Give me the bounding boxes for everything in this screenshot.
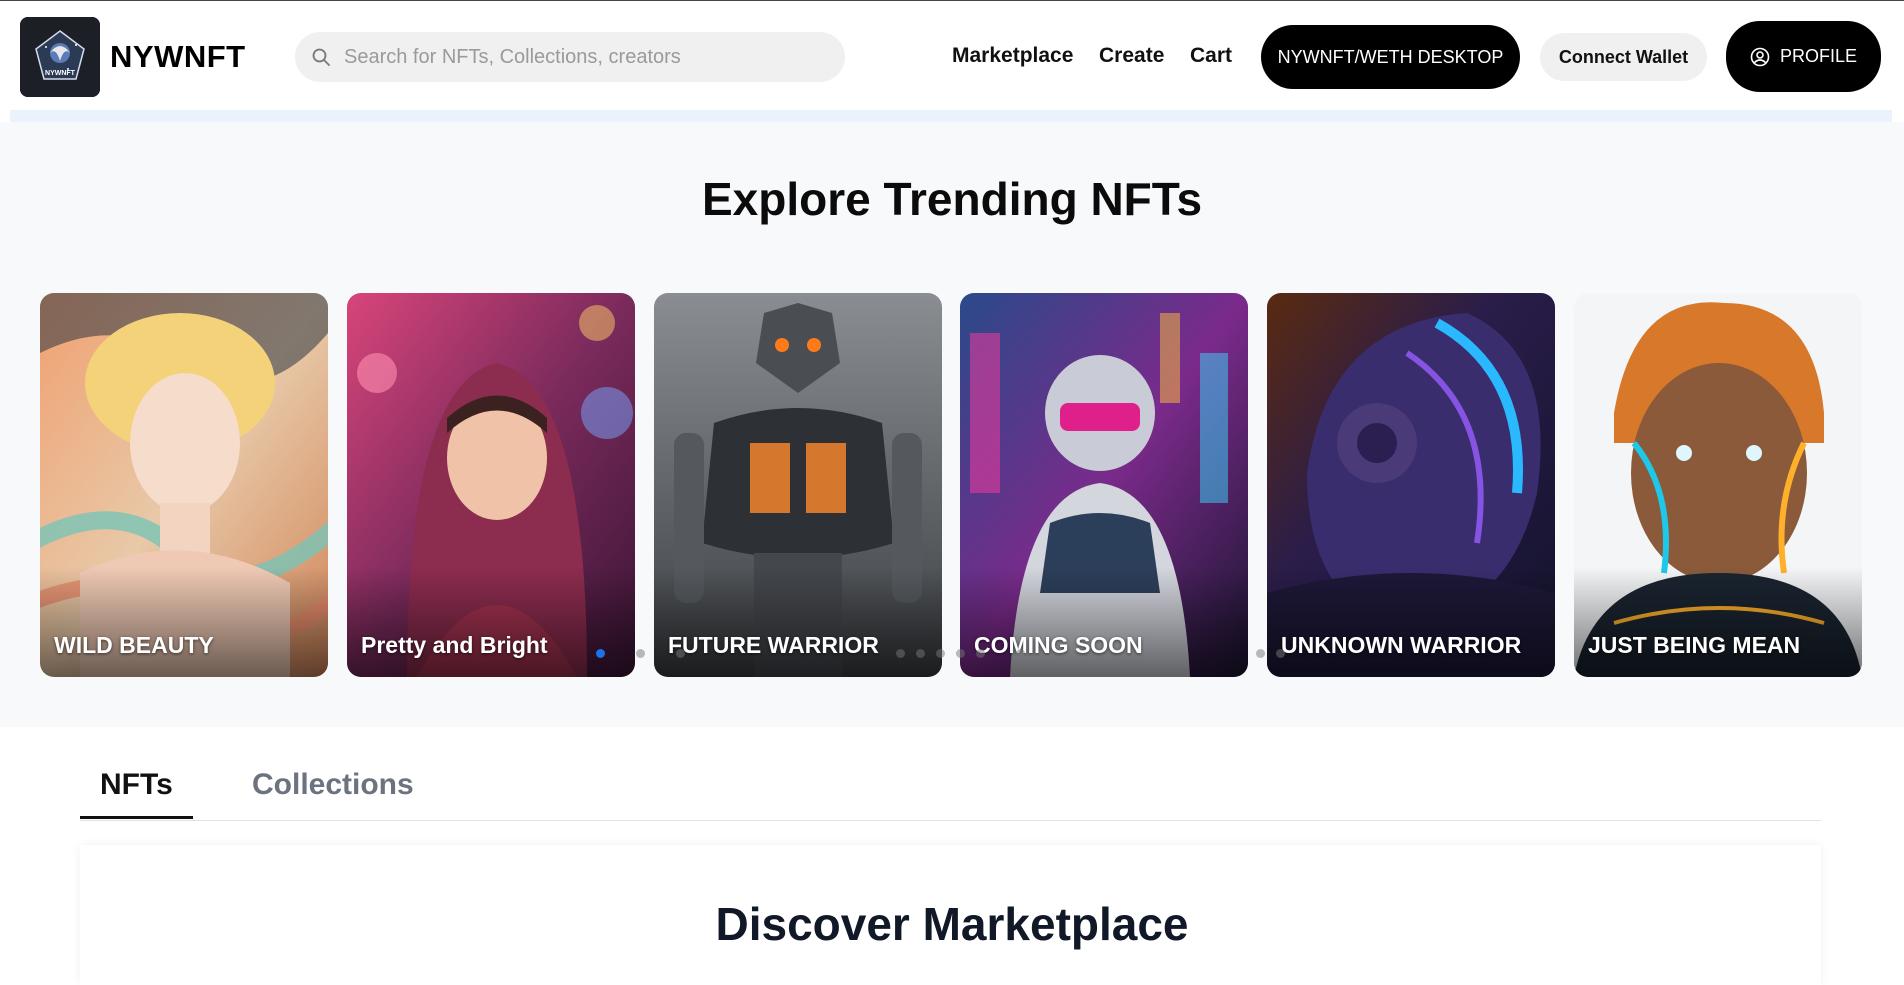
- carousel-dot[interactable]: [1276, 649, 1285, 658]
- carousel-dot[interactable]: [1256, 649, 1265, 658]
- nav-create[interactable]: Create: [1099, 44, 1164, 68]
- top-navbar: NYWNFT NYWNFT Marketplace Create Cart NY…: [0, 0, 1904, 110]
- card-shade: [1267, 567, 1555, 677]
- nft-card-unknown-warrior[interactable]: UNKNOWN WARRIOR: [1267, 293, 1555, 677]
- nft-card-pretty-and-bright[interactable]: Pretty and Bright: [347, 293, 635, 677]
- nft-card-title: JUST BEING MEAN: [1588, 632, 1801, 658]
- trending-title: Explore Trending NFTs: [701, 173, 1203, 225]
- active-tab-indicator: [80, 816, 193, 819]
- card-shade: [40, 567, 328, 677]
- tab-nfts[interactable]: NFTs: [100, 768, 173, 802]
- tabs-divider: [80, 820, 1821, 821]
- search-input[interactable]: [344, 32, 824, 82]
- card-shade: [654, 567, 942, 677]
- desktop-app-button[interactable]: NYWNFT/WETH DESKTOP: [1261, 25, 1520, 89]
- search-bar[interactable]: [295, 32, 845, 82]
- brand-logo-emblem-icon: NYWNFT: [20, 17, 100, 97]
- nft-card-coming-soon[interactable]: COMING SOON: [960, 293, 1248, 677]
- search-icon: [312, 48, 330, 66]
- nft-card-title: COMING SOON: [974, 632, 1143, 658]
- desktop-app-button-label: NYWNFT/WETH DESKTOP: [1277, 46, 1504, 67]
- carousel-dot[interactable]: [1016, 649, 1025, 658]
- carousel-dot[interactable]: [976, 649, 985, 658]
- carousel-dot[interactable]: [956, 649, 965, 658]
- marketplace-title: Discover Marketplace: [715, 898, 1189, 950]
- nft-card-future-warrior[interactable]: FUTURE WARRIOR: [654, 293, 942, 677]
- carousel-dot[interactable]: [676, 649, 685, 658]
- nav-marketplace[interactable]: Marketplace: [952, 44, 1073, 68]
- carousel-dot[interactable]: [936, 649, 945, 658]
- user-circle-icon: [1750, 47, 1770, 66]
- brand-logo[interactable]: NYWNFT: [20, 17, 100, 97]
- connect-wallet-button[interactable]: Connect Wallet: [1540, 33, 1707, 81]
- card-shade: [1574, 567, 1862, 677]
- nft-card-title: WILD BEAUTY: [54, 632, 214, 658]
- nav-cart[interactable]: Cart: [1190, 44, 1232, 68]
- nft-card-title: FUTURE WARRIOR: [668, 632, 879, 658]
- carousel-dot[interactable]: [636, 649, 645, 658]
- card-shade: [960, 567, 1248, 677]
- brand-name[interactable]: NYWNFT: [110, 39, 246, 75]
- connect-wallet-label: Connect Wallet: [1558, 46, 1689, 67]
- carousel-dot[interactable]: [916, 649, 925, 658]
- header-divider: [10, 110, 1892, 122]
- carousel-dot[interactable]: [596, 649, 605, 658]
- nft-card-wild-beauty[interactable]: WILD BEAUTY: [40, 293, 328, 677]
- profile-button[interactable]: PROFILE: [1726, 21, 1881, 92]
- nft-card-just-being-mean[interactable]: JUST BEING MEAN: [1574, 293, 1862, 677]
- profile-button-label: PROFILE: [1779, 46, 1858, 66]
- nft-card-title: Pretty and Bright: [361, 632, 548, 658]
- svg-text:NYWNFT: NYWNFT: [45, 70, 76, 77]
- carousel-dot[interactable]: [896, 649, 905, 658]
- tab-collections[interactable]: Collections: [252, 768, 414, 802]
- card-shade: [347, 567, 635, 677]
- nft-card-title: UNKNOWN WARRIOR: [1281, 632, 1522, 658]
